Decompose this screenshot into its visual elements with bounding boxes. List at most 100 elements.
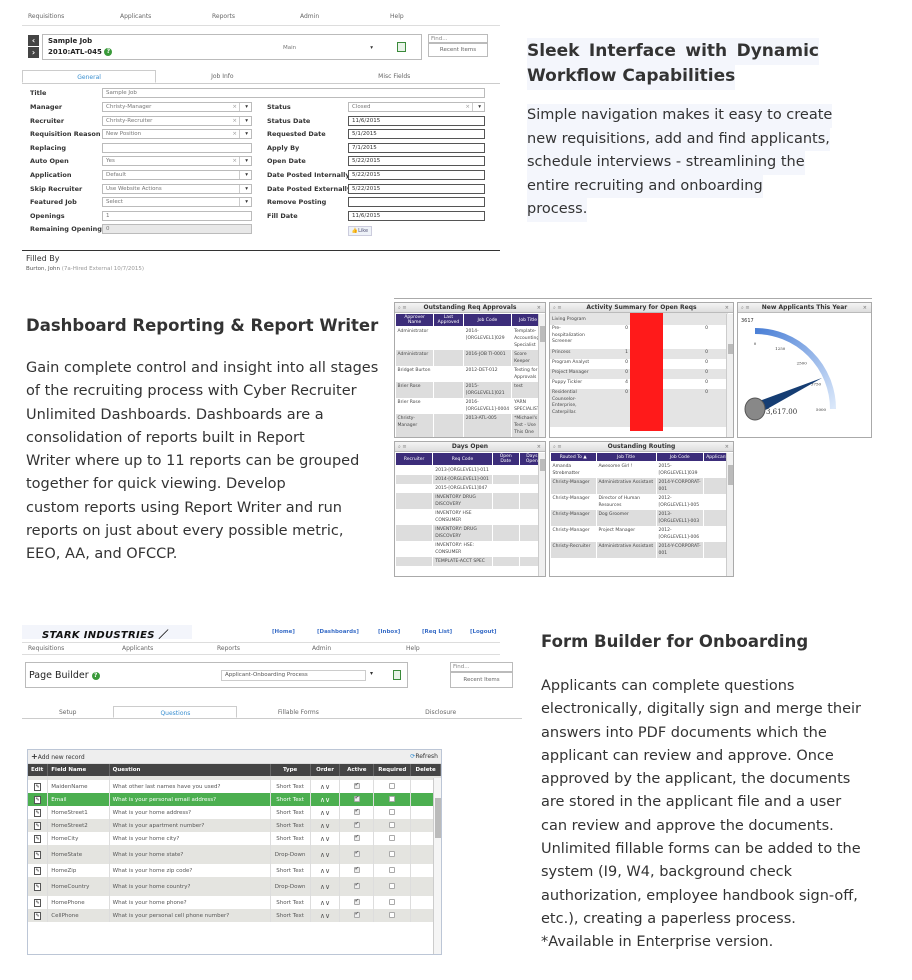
nav-applicants[interactable]: Applicants <box>120 13 151 20</box>
table-row[interactable]: Christy-Recruiter Administrative Assistan… <box>550 542 733 558</box>
active-checkbox[interactable] <box>353 882 360 889</box>
table-row[interactable]: Christy-Manager 2013-ATL-005 *Michael's Te… <box>395 414 545 437</box>
table-row[interactable]: ✎ CellPhone What is your personal cell pho… <box>28 909 441 922</box>
help-icon[interactable]: ? <box>91 671 100 680</box>
chevron-down-icon[interactable]: ▾ <box>245 171 248 179</box>
table-row[interactable]: INVENTORY: DRUG DISCOVERY <box>395 525 545 541</box>
table-row[interactable]: Brier Rose 2015-[ORGLEVEL1]021 test <box>395 382 545 398</box>
scrollbar[interactable] <box>433 778 441 954</box>
nav-reports[interactable]: Reports <box>212 13 235 20</box>
table-row[interactable]: ✎ HomeZip What is your home zip code? Short… <box>28 864 441 877</box>
table-row[interactable]: Bridget Burton 2012-DET-012 Testing for Ap… <box>395 366 545 382</box>
like-button[interactable]: 👍Like <box>348 226 372 236</box>
table-row[interactable]: ✎ MaidenName What other last names have yo… <box>28 780 441 793</box>
tab-disclosure[interactable]: Disclosure <box>359 706 522 718</box>
clear-icon[interactable]: × <box>232 130 237 138</box>
refresh-button[interactable]: ⟳Refresh <box>410 750 438 764</box>
close-icon[interactable]: × <box>537 442 541 452</box>
column-header[interactable]: Question <box>109 764 271 776</box>
table-row[interactable]: 2013-[ORGLEVEL1]-011 <box>395 465 545 475</box>
move-down-icon[interactable]: ∨ <box>325 851 330 859</box>
table-row[interactable]: 2015-[ORGLEVEL1]047 <box>395 484 545 493</box>
process-select[interactable]: Applicant-Onboarding Process <box>221 670 366 681</box>
move-down-icon[interactable]: ∨ <box>325 899 330 907</box>
requisition-reason-field[interactable]: New Position × ▾ <box>102 129 252 140</box>
chevron-down-icon[interactable]: ▾ <box>478 103 481 111</box>
table-row[interactable]: INVENTORY HSE CONSUMER <box>395 509 545 525</box>
edit-icon[interactable]: ✎ <box>34 882 42 891</box>
required-checkbox[interactable] <box>389 911 396 918</box>
openings-field[interactable]: 1 <box>102 210 252 221</box>
column-header[interactable]: Approver Name <box>395 313 435 327</box>
edit-icon[interactable]: ✎ <box>34 821 42 830</box>
required-checkbox[interactable] <box>389 882 396 889</box>
next-record-icon[interactable]: › <box>28 47 39 58</box>
edit-icon[interactable]: ✎ <box>34 911 42 920</box>
table-row[interactable]: Administrator 2016-JOB TI-0001 Score Keepe… <box>395 350 545 366</box>
find-input[interactable]: Find... <box>450 662 513 672</box>
column-header[interactable]: Last Approved <box>433 313 464 327</box>
table-row[interactable]: Christy-Manager Director of Human Resourc… <box>550 494 733 510</box>
required-checkbox[interactable] <box>389 782 396 789</box>
table-row[interactable]: ✎ HomeCountry What is your home country? Dr… <box>28 877 441 896</box>
chevron-down-icon[interactable]: ▾ <box>245 103 248 111</box>
nav-reports[interactable]: Reports <box>217 645 240 652</box>
move-down-icon[interactable]: ∨ <box>325 867 330 875</box>
required-checkbox[interactable] <box>389 808 396 815</box>
chevron-down-icon[interactable]: ▾ <box>245 130 248 138</box>
find-input[interactable]: Find... <box>428 34 488 43</box>
chevron-down-icon[interactable]: ▾ <box>245 117 248 125</box>
required-checkbox[interactable] <box>389 850 396 857</box>
view-select[interactable]: Main ▾ <box>283 43 373 53</box>
search-icon[interactable]: ⌕ ≡ <box>741 303 750 313</box>
close-icon[interactable]: × <box>863 303 867 313</box>
status-field[interactable]: Closed × ▾ <box>348 102 485 112</box>
link-req-list[interactable]: [Req List] <box>422 629 452 635</box>
save-icon[interactable] <box>393 670 401 680</box>
nav-applicants[interactable]: Applicants <box>122 645 153 652</box>
column-header[interactable]: Active <box>339 764 375 776</box>
table-row[interactable]: Brier Rose 2016-[ORGLEVEL1]-0004 YARN SPEC… <box>395 398 545 414</box>
clear-icon[interactable]: × <box>465 103 470 111</box>
column-header[interactable]: Delete <box>410 764 441 776</box>
nav-help[interactable]: Help <box>390 13 404 20</box>
date-posted-internally-field[interactable]: 5/22/2015 <box>348 170 485 180</box>
search-icon[interactable]: ⌕ ≡ <box>553 442 562 452</box>
chevron-down-icon[interactable]: ▾ <box>245 198 248 206</box>
move-down-icon[interactable]: ∨ <box>325 912 330 920</box>
table-row[interactable]: ✎ HomePhone What is your home phone? Short … <box>28 896 441 909</box>
column-header[interactable]: Open Date <box>491 452 520 466</box>
tab-setup[interactable]: Setup <box>22 706 113 718</box>
nav-requisitions[interactable]: Requisitions <box>28 13 64 20</box>
column-header[interactable]: Type <box>270 764 311 776</box>
active-checkbox[interactable] <box>353 821 360 828</box>
skip-recruiter-field[interactable]: Use Website Actions ▾ <box>102 183 252 194</box>
requested-date-field[interactable]: 5/1/2015 <box>348 129 485 140</box>
status-date-field[interactable]: 11/6/2015 <box>348 115 485 126</box>
recruiter-field[interactable]: Christy-Recruiter × ▾ <box>102 115 252 126</box>
close-icon[interactable]: × <box>725 303 729 313</box>
manager-field[interactable]: Christy-Manager × ▾ <box>102 102 252 112</box>
add-record-button[interactable]: +Add new record <box>31 750 85 765</box>
move-down-icon[interactable]: ∨ <box>325 783 330 791</box>
open-date-field[interactable]: 5/22/2015 <box>348 156 485 167</box>
active-checkbox[interactable] <box>353 808 360 815</box>
table-row[interactable]: Christy-Manager Administrative Assistant 2… <box>550 478 733 494</box>
move-down-icon[interactable]: ∨ <box>325 883 330 891</box>
edit-icon[interactable]: ✎ <box>34 795 42 804</box>
active-checkbox[interactable] <box>353 866 360 873</box>
save-icon[interactable] <box>397 42 406 52</box>
move-down-icon[interactable]: ∨ <box>325 809 330 817</box>
required-checkbox[interactable] <box>389 795 396 802</box>
clear-icon[interactable]: × <box>232 157 237 165</box>
column-header[interactable]: Req Code <box>432 452 493 466</box>
scrollbar[interactable] <box>538 453 545 576</box>
required-checkbox[interactable] <box>389 866 396 873</box>
scrollbar[interactable] <box>726 314 733 437</box>
nav-admin[interactable]: Admin <box>312 645 331 652</box>
date-posted-externally-field[interactable]: 5/22/2015 <box>348 183 485 194</box>
tab-misc-fields[interactable]: Misc Fields <box>288 70 500 83</box>
nav-admin[interactable]: Admin <box>300 13 319 20</box>
move-down-icon[interactable]: ∨ <box>325 835 330 843</box>
column-header[interactable]: Job Title <box>595 452 657 462</box>
